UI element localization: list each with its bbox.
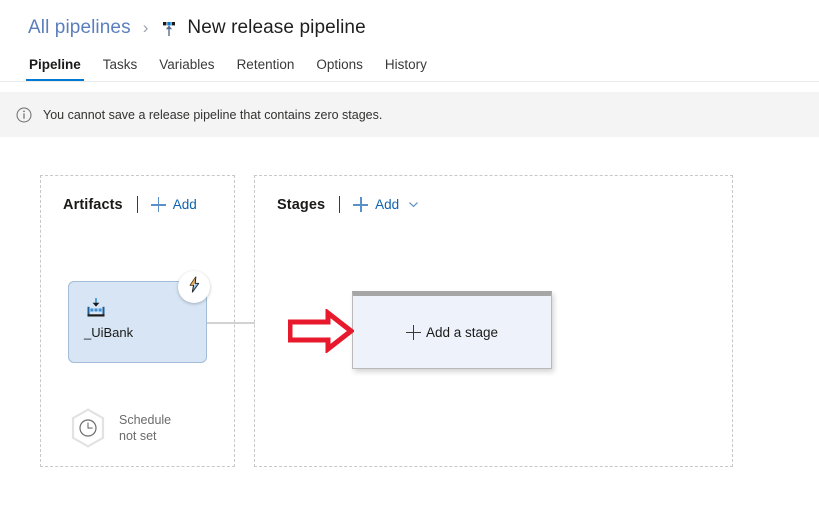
info-banner-message: You cannot save a release pipeline that … — [43, 107, 383, 122]
continuous-deployment-trigger-button[interactable] — [178, 271, 210, 303]
add-stage-button[interactable]: Add — [353, 197, 419, 212]
tab-retention[interactable]: Retention — [226, 57, 306, 81]
tab-strip: Pipeline Tasks Variables Retention Optio… — [0, 44, 819, 82]
info-circle-icon — [16, 107, 32, 123]
breadcrumb-all-pipelines-link[interactable]: All pipelines — [28, 17, 131, 39]
plus-icon — [405, 324, 421, 340]
add-a-stage-box[interactable]: Add a stage — [352, 291, 552, 369]
schedule-trigger-button[interactable]: Schedule not set — [70, 408, 171, 448]
add-artifact-label: Add — [172, 197, 197, 212]
add-a-stage-label: Add a stage — [425, 324, 499, 340]
tab-variables[interactable]: Variables — [148, 57, 225, 81]
tab-history[interactable]: History — [374, 57, 438, 81]
schedule-label-line1: Schedule — [119, 413, 172, 427]
schedule-status-label: Schedule not set — [119, 412, 171, 444]
artifacts-header-divider — [136, 196, 138, 213]
stages-title: Stages — [277, 196, 326, 213]
add-artifact-button[interactable]: Add — [150, 197, 197, 212]
tab-pipeline[interactable]: Pipeline — [18, 57, 92, 81]
chevron-down-icon[interactable] — [408, 198, 419, 209]
stages-header-divider — [339, 196, 341, 213]
plus-icon — [150, 197, 166, 212]
artifact-to-stage-connector — [207, 322, 255, 324]
plus-icon — [353, 197, 369, 212]
schedule-label-line2: not set — [119, 429, 157, 443]
clock-icon — [70, 408, 106, 448]
lightning-bolt-icon — [186, 276, 203, 298]
info-banner: You cannot save a release pipeline that … — [0, 92, 819, 137]
tab-tasks[interactable]: Tasks — [92, 57, 149, 81]
tab-options[interactable]: Options — [305, 57, 374, 81]
breadcrumb-separator: › — [142, 18, 149, 37]
release-pipeline-icon — [159, 19, 179, 39]
build-artifact-icon — [85, 297, 107, 319]
add-stage-label: Add — [375, 197, 400, 212]
add-a-stage-label-wrap: Add a stage — [405, 324, 499, 340]
artifacts-title: Artifacts — [63, 196, 123, 213]
page-title: New release pipeline — [187, 17, 366, 38]
pipeline-canvas: Artifacts Add Stages Add _UiBank Schedul… — [0, 137, 819, 518]
artifact-name-label: _UiBank — [84, 325, 134, 340]
breadcrumb: All pipelines › New release pipeline — [0, 0, 819, 44]
artifacts-panel-header: Artifacts Add — [41, 176, 234, 213]
stages-panel-header: Stages Add — [255, 176, 732, 213]
